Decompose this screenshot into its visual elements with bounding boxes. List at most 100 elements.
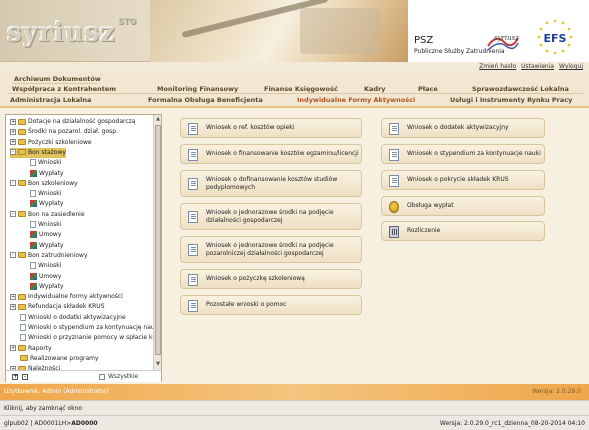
- request-card[interactable]: Wniosek o dofinansowanie kosztów studiów…: [180, 170, 362, 197]
- tree-node[interactable]: + Indywidualne formy aktywności: [10, 292, 123, 302]
- folder-icon: [20, 355, 28, 362]
- tree-node[interactable]: Wnioski o dodatki aktywizacyjne: [20, 313, 126, 323]
- request-card[interactable]: Rozliczenie: [381, 221, 545, 241]
- user-links: Zmień hasło Ustawienia Wyloguj: [476, 63, 583, 70]
- request-card[interactable]: Wniosek o dodatek aktywizacyjny: [381, 118, 545, 138]
- tree-node[interactable]: - Bon szkoleniowy: [10, 179, 78, 189]
- expand-icon[interactable]: +: [10, 139, 16, 146]
- request-card[interactable]: Wniosek o ref. kosztów opieki: [180, 118, 362, 138]
- request-card[interactable]: Wniosek o jednorazowe środki na podjęcie…: [180, 203, 362, 230]
- tree-controls: + - Wszystkie: [6, 370, 161, 382]
- expand-icon[interactable]: +: [10, 118, 16, 125]
- folder-icon: [18, 180, 26, 187]
- collapse-all-button[interactable]: -: [22, 374, 28, 380]
- tree-node-label: Bon na zasiedlenie: [28, 210, 85, 218]
- request-card[interactable]: Pozostałe wnioski o pomoc: [180, 295, 362, 315]
- tree-node[interactable]: - Bon stażowy: [10, 147, 66, 158]
- expand-all-button[interactable]: +: [12, 374, 18, 380]
- tab-administracja-lokalna[interactable]: Administracja Lokalna: [10, 96, 91, 104]
- folder-icon: [18, 149, 26, 156]
- request-card[interactable]: Obsługa wypłat: [381, 196, 545, 216]
- request-card[interactable]: Wniosek o pokrycie składek KRUS: [381, 170, 545, 190]
- status-hint-bar[interactable]: Kliknij, aby zamknąć okno: [0, 400, 589, 415]
- pencil-icon: [30, 200, 37, 208]
- tab-uslugi-i-instrumenty-rynku-pracy[interactable]: Usługi i Instrumenty Rynku Pracy: [450, 96, 572, 104]
- tab-archiwum-dokumentow[interactable]: Archiwum Dokumentów: [14, 75, 101, 83]
- tree-node[interactable]: Wnioski: [30, 220, 61, 230]
- tree-scrollbar[interactable]: ▲ ▼: [153, 115, 161, 370]
- tab-finanse-ksiegowosc[interactable]: Finanse Księgowość: [264, 85, 338, 93]
- coins-icon: [389, 201, 399, 213]
- request-card[interactable]: Wniosek o stypendium za kontynuacje nauk…: [381, 144, 545, 164]
- document-icon: [20, 313, 26, 321]
- tree-node-label: Realizowane programy: [30, 354, 99, 362]
- change-password-link[interactable]: Zmień hasło: [479, 63, 516, 70]
- scroll-up-icon[interactable]: ▲: [155, 116, 161, 123]
- tree-node[interactable]: Wnioski: [30, 261, 61, 271]
- request-card-label: Wniosek o dofinansowanie kosztów studiów…: [206, 175, 338, 191]
- tree-node[interactable]: Wnioski o stypendium za kontynuację nau: [20, 323, 154, 333]
- tree-node[interactable]: + Refundacja składek KRUS: [10, 302, 105, 312]
- folder-icon: [18, 303, 26, 310]
- app-header: syriusz STO PSZ Publiczne Służby Zatrudn…: [0, 0, 589, 62]
- tree-node[interactable]: Wypłaty: [30, 241, 63, 251]
- tree-node[interactable]: Wnioski: [30, 158, 61, 168]
- main-content: + Dotacje na działalność gospodarczą + Środ…: [0, 108, 589, 384]
- expand-icon[interactable]: +: [10, 128, 16, 135]
- tree-node-label: Wypłaty: [39, 169, 64, 177]
- request-card[interactable]: Wniosek o jednorazowe środki na podjęcie…: [180, 236, 362, 263]
- request-card-label: Wniosek o stypendium za kontynuacje nauk…: [407, 150, 541, 157]
- request-card-label: Wniosek o pokrycie składek KRUS: [407, 176, 509, 183]
- request-card[interactable]: Wniosek o pożyczkę szkoleniową: [180, 269, 362, 289]
- tree-node[interactable]: Umowy: [30, 230, 61, 240]
- tree-node-label: Dotacje na działalność gospodarczą: [28, 118, 136, 125]
- tree-node-label: Wnioski: [38, 262, 62, 270]
- tab-sprawozdawczosc-lokalna[interactable]: Sprawozdawczość Lokalna: [472, 85, 569, 93]
- tree-node-label: Środki na pozarol. dział. gosp.: [28, 128, 118, 136]
- tree-node[interactable]: Wnioski: [30, 189, 61, 199]
- tree-node[interactable]: Wnioski o przyznanie pomocy w spłacie kr: [20, 333, 154, 343]
- document-icon: [188, 211, 198, 223]
- document-icon: [30, 262, 36, 270]
- tree-node[interactable]: + Dotacje na działalność gospodarczą: [10, 117, 135, 127]
- tree-node[interactable]: Wypłaty: [30, 199, 63, 209]
- navigation-tree-panel: + Dotacje na działalność gospodarczą + Środ…: [5, 114, 162, 382]
- request-card-label: Rozliczenie: [407, 227, 441, 234]
- psz-title: PSZ: [414, 35, 434, 46]
- tree-node[interactable]: - Bon zatrudnieniowy: [10, 251, 88, 261]
- document-icon: [188, 274, 198, 286]
- expand-icon[interactable]: +: [10, 345, 16, 352]
- collapse-icon[interactable]: -: [10, 149, 16, 156]
- collapse-icon[interactable]: -: [10, 180, 16, 187]
- tree-node[interactable]: + Środki na pozarol. dział. gosp.: [10, 127, 118, 137]
- show-all-checkbox[interactable]: [99, 374, 105, 380]
- tree-node[interactable]: Wypłaty: [30, 169, 63, 179]
- collapse-icon[interactable]: -: [10, 252, 16, 259]
- tree-node[interactable]: Wypłaty: [30, 282, 63, 292]
- collapse-icon[interactable]: -: [10, 211, 16, 218]
- tab-place[interactable]: Płace: [418, 85, 438, 93]
- document-icon: [389, 149, 399, 161]
- tab-formalna-obsluga-beneficjenta[interactable]: Formalna Obsługa Beneficjenta: [148, 96, 263, 104]
- tree-node[interactable]: - Bon na zasiedlenie: [10, 210, 85, 220]
- tree-node[interactable]: Realizowane programy: [20, 354, 99, 364]
- tab-monitoring-finansowy[interactable]: Monitoring Finansowy: [157, 85, 238, 93]
- tree-node[interactable]: + Pożyczki szkoleniowe: [10, 138, 92, 148]
- request-card[interactable]: Wniosek o finansowanie kosztów egzaminu/…: [180, 144, 362, 164]
- tree-node[interactable]: + Raporty: [10, 344, 52, 354]
- tree-node-label: Wnioski o dodatki aktywizacyjne: [28, 313, 126, 321]
- settings-link[interactable]: Ustawienia: [521, 63, 554, 70]
- tab-wspolpraca-z-kontrahentem[interactable]: Współpraca z Kontrahentem: [12, 85, 116, 93]
- scroll-down-icon[interactable]: ▼: [155, 361, 161, 368]
- efs-logo-icon: EFS: [537, 19, 573, 55]
- tree-node[interactable]: Umowy: [30, 272, 61, 282]
- expand-icon[interactable]: +: [10, 293, 16, 300]
- expand-icon[interactable]: +: [10, 303, 16, 310]
- tree-node-label: Wypłaty: [39, 282, 64, 290]
- tab-kadry[interactable]: Kadry: [364, 85, 386, 93]
- pencil-icon: [30, 169, 37, 177]
- scroll-thumb[interactable]: [155, 125, 161, 355]
- tree-node-label: Umowy: [39, 231, 62, 239]
- tab-indywidualne-formy-aktywnosci[interactable]: Indywidualne Formy Aktywności: [297, 96, 415, 104]
- logout-link[interactable]: Wyloguj: [559, 63, 583, 70]
